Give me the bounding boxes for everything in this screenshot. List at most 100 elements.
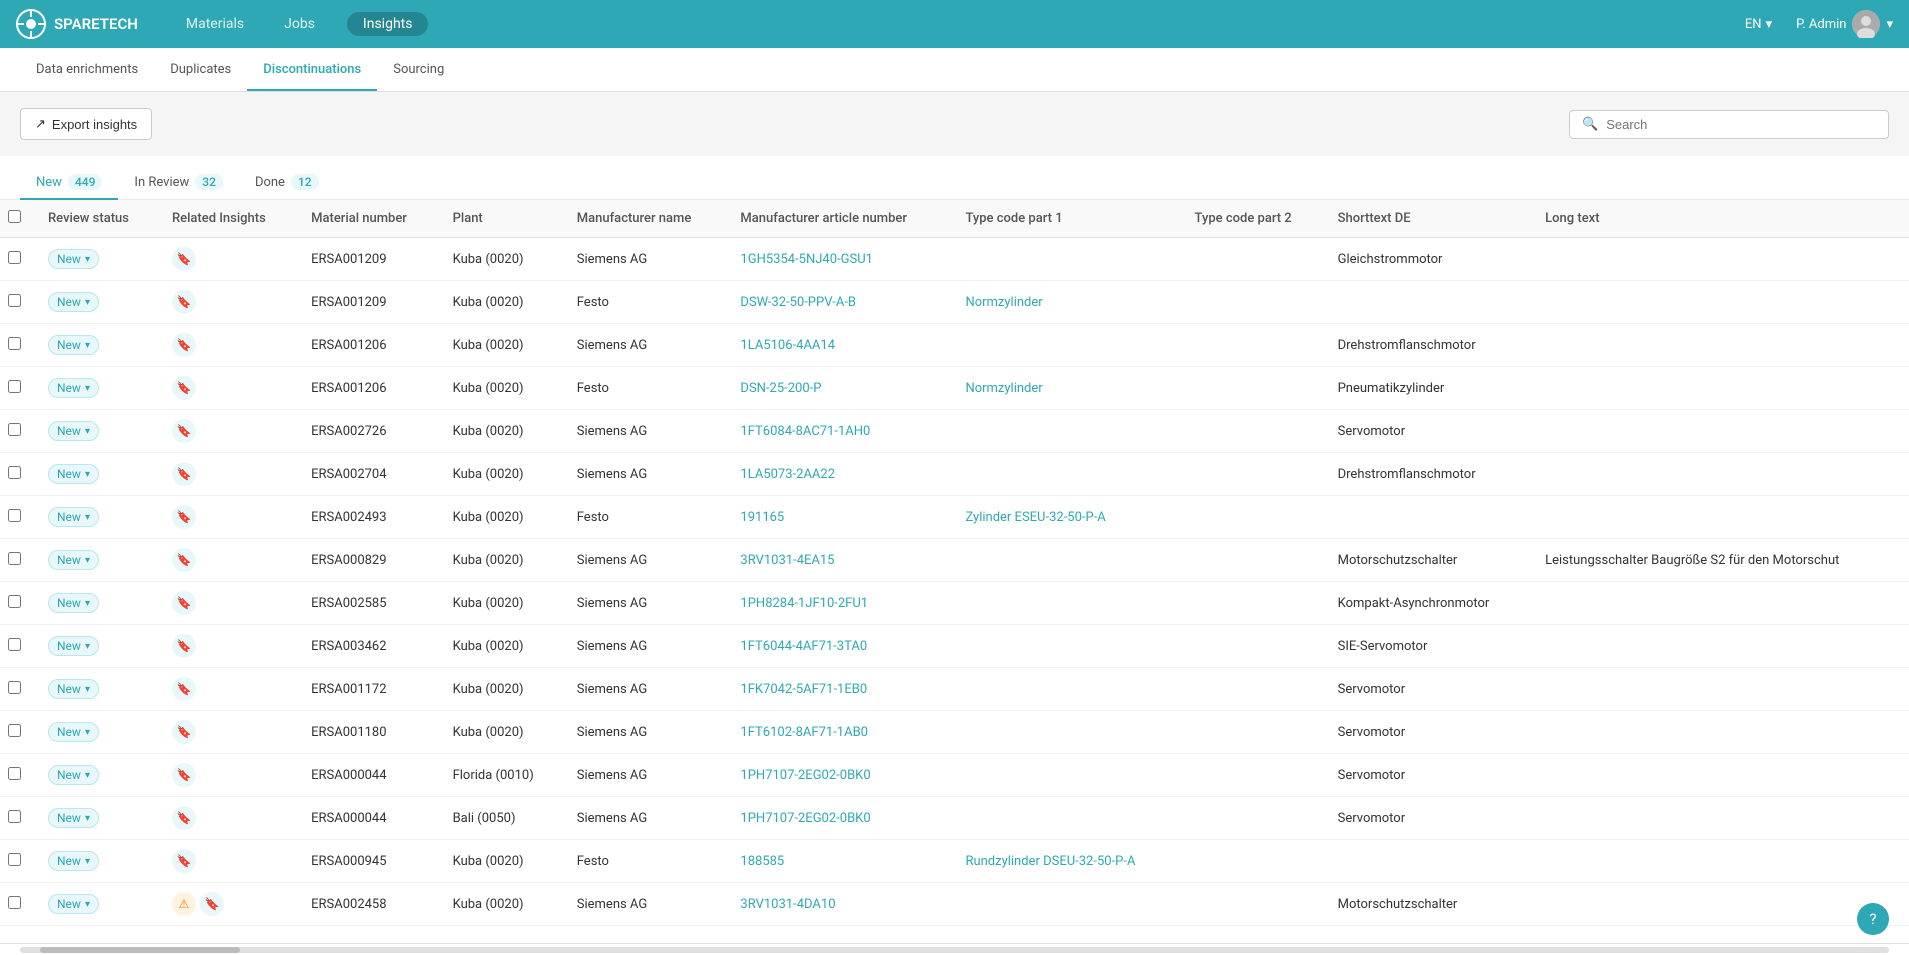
- status-chevron-icon: ▾: [85, 727, 90, 738]
- teal-insight-icon[interactable]: 🔖: [172, 376, 196, 400]
- teal-insight-icon[interactable]: 🔖: [172, 462, 196, 486]
- teal-insight-icon[interactable]: 🔖: [172, 634, 196, 658]
- status-pill[interactable]: New ▾: [48, 679, 99, 699]
- row-article-number[interactable]: DSN-25-200-P: [728, 367, 953, 410]
- logo[interactable]: SPARETECH: [16, 9, 138, 39]
- row-status: New ▾: [36, 668, 160, 711]
- row-checkbox[interactable]: [8, 509, 21, 522]
- tab-in-review[interactable]: In Review 32: [118, 166, 239, 200]
- help-button[interactable]: ?: [1857, 903, 1889, 935]
- export-button[interactable]: ↗ Export insights: [20, 108, 152, 140]
- row-type-code-2: [1183, 539, 1326, 582]
- row-checkbox[interactable]: [8, 595, 21, 608]
- status-pill[interactable]: New ▾: [48, 421, 99, 441]
- subnav-sourcing[interactable]: Sourcing: [377, 50, 460, 91]
- lang-chevron-icon: ▾: [1766, 17, 1773, 32]
- teal-insight-icon[interactable]: 🔖: [172, 677, 196, 701]
- status-pill[interactable]: New ▾: [48, 292, 99, 312]
- row-checkbox[interactable]: [8, 681, 21, 694]
- status-pill[interactable]: New ▾: [48, 464, 99, 484]
- tab-done[interactable]: Done 12: [239, 166, 335, 200]
- teal-insight-icon[interactable]: 🔖: [172, 333, 196, 357]
- row-article-number[interactable]: 188585: [728, 840, 953, 883]
- teal-insight-icon[interactable]: 🔖: [172, 290, 196, 314]
- status-pill[interactable]: New ▾: [48, 722, 99, 742]
- search-input[interactable]: [1606, 117, 1876, 132]
- select-all-checkbox[interactable]: [8, 210, 21, 223]
- avatar: [1852, 10, 1880, 38]
- subnav-discontinuations[interactable]: Discontinuations: [247, 50, 377, 91]
- status-pill[interactable]: New ▾: [48, 507, 99, 527]
- status-pill[interactable]: New ▾: [48, 335, 99, 355]
- orange-insight-icon[interactable]: ⚠: [172, 892, 196, 916]
- tab-new[interactable]: New 449: [20, 166, 118, 200]
- status-pill[interactable]: New ▾: [48, 249, 99, 269]
- row-article-number[interactable]: 1LA5106-4AA14: [728, 324, 953, 367]
- row-article-number[interactable]: 1GH5354-5NJ40-GSU1: [728, 238, 953, 281]
- row-article-number[interactable]: 1PH7107-2EG02-0BK0: [728, 754, 953, 797]
- row-checkbox[interactable]: [8, 724, 21, 737]
- row-type-code-1[interactable]: Normzylinder: [953, 367, 1182, 410]
- row-checkbox[interactable]: [8, 251, 21, 264]
- row-checkbox[interactable]: [8, 896, 21, 909]
- lang-selector[interactable]: EN ▾: [1745, 17, 1772, 32]
- row-checkbox[interactable]: [8, 380, 21, 393]
- status-pill[interactable]: New ▾: [48, 378, 99, 398]
- teal-insight-icon[interactable]: 🔖: [172, 247, 196, 271]
- row-checkbox[interactable]: [8, 294, 21, 307]
- row-checkbox[interactable]: [8, 767, 21, 780]
- subnav-duplicates[interactable]: Duplicates: [154, 50, 247, 91]
- status-pill[interactable]: New ▾: [48, 851, 99, 871]
- status-pill[interactable]: New ▾: [48, 593, 99, 613]
- row-checkbox[interactable]: [8, 423, 21, 436]
- teal-insight-icon[interactable]: 🔖: [172, 849, 196, 873]
- status-pill[interactable]: New ▾: [48, 894, 99, 914]
- subnav-data-enrichments[interactable]: Data enrichments: [20, 50, 154, 91]
- row-article-number[interactable]: DSW-32-50-PPV-A-B: [728, 281, 953, 324]
- status-pill[interactable]: New ▾: [48, 808, 99, 828]
- nav-materials[interactable]: Materials: [178, 12, 252, 36]
- teal-insight-icon[interactable]: 🔖: [172, 720, 196, 744]
- row-article-number[interactable]: 1FT6102-8AF71-1AB0: [728, 711, 953, 754]
- row-type-code-1[interactable]: Zylinder ESEU-32-50-P-A: [953, 496, 1182, 539]
- teal-insight-icon[interactable]: 🔖: [172, 505, 196, 529]
- status-pill[interactable]: New ▾: [48, 550, 99, 570]
- row-checkbox[interactable]: [8, 552, 21, 565]
- teal-insight-icon[interactable]: 🔖: [172, 763, 196, 787]
- row-type-code-1[interactable]: Normzylinder: [953, 281, 1182, 324]
- row-checkbox[interactable]: [8, 337, 21, 350]
- teal-insight-icon[interactable]: 🔖: [200, 892, 224, 916]
- nav-insights[interactable]: Insights: [347, 12, 429, 36]
- teal-insight-icon[interactable]: 🔖: [172, 419, 196, 443]
- teal-insight-icon[interactable]: 🔖: [172, 591, 196, 615]
- row-related-insights: 🔖: [160, 754, 299, 797]
- row-checkbox[interactable]: [8, 466, 21, 479]
- row-checkbox[interactable]: [8, 853, 21, 866]
- status-pill[interactable]: New ▾: [48, 636, 99, 656]
- row-article-number[interactable]: 1FK7042-5AF71-1EB0: [728, 668, 953, 711]
- row-checkbox[interactable]: [8, 638, 21, 651]
- teal-insight-icon[interactable]: 🔖: [172, 806, 196, 830]
- row-related-insights: 🔖: [160, 281, 299, 324]
- row-article-number[interactable]: 3RV1031-4DA10: [728, 883, 953, 926]
- row-longtext: [1533, 582, 1909, 625]
- row-material-number: ERSA002585: [299, 582, 440, 625]
- row-article-number[interactable]: 1LA5073-2AA22: [728, 453, 953, 496]
- status-pill[interactable]: New ▾: [48, 765, 99, 785]
- row-article-number[interactable]: 1PH7107-2EG02-0BK0: [728, 797, 953, 840]
- row-checkbox[interactable]: [8, 810, 21, 823]
- row-article-number[interactable]: 1FT6044-4AF71-3TA0: [728, 625, 953, 668]
- row-article-number[interactable]: 1FT6084-8AC71-1AH0: [728, 410, 953, 453]
- nav-jobs[interactable]: Jobs: [276, 12, 323, 36]
- row-article-number[interactable]: 3RV1031-4EA15: [728, 539, 953, 582]
- row-article-number[interactable]: 1PH8284-1JF10-2FU1: [728, 582, 953, 625]
- insights-icons-group: 🔖: [172, 419, 287, 443]
- row-type-code-1[interactable]: Rundzylinder DSEU-32-50-P-A: [953, 840, 1182, 883]
- user-area[interactable]: P. Admin ▾: [1796, 10, 1893, 38]
- scrollbar-track[interactable]: [20, 947, 1889, 953]
- row-article-number[interactable]: 191165: [728, 496, 953, 539]
- scrollbar-thumb[interactable]: [40, 947, 240, 953]
- teal-insight-icon[interactable]: 🔖: [172, 548, 196, 572]
- insights-icons-group: 🔖: [172, 548, 287, 572]
- row-material-number: ERSA002704: [299, 453, 440, 496]
